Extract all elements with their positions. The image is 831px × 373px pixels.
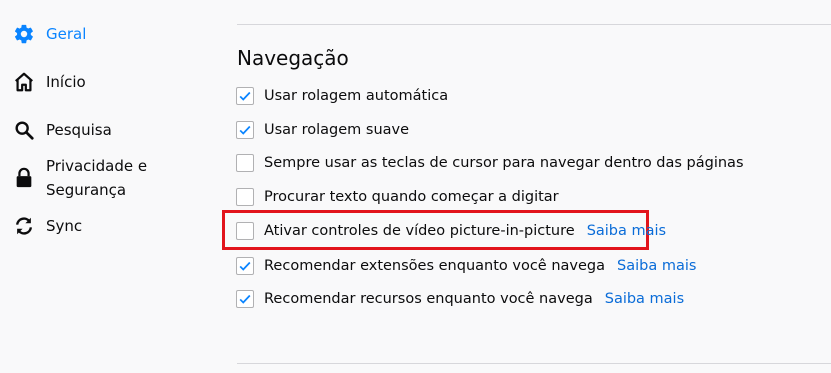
divider <box>237 363 831 364</box>
sidebar-item-label: Início <box>46 73 86 91</box>
lock-icon <box>12 166 36 190</box>
checkmark-icon <box>239 261 251 271</box>
option-row: Procurar texto quando começar a digitar <box>236 186 559 208</box>
section-title: Navegação <box>237 46 349 70</box>
option-label: Sempre usar as teclas de cursor para nav… <box>264 155 744 171</box>
search-icon <box>12 118 36 142</box>
option-label: Recomendar recursos enquanto você navega <box>264 291 593 307</box>
checkmark-icon <box>239 91 251 101</box>
option-row: Recomendar extensões enquanto você naveg… <box>236 255 696 277</box>
sidebar-item-label: Pesquisa <box>46 121 112 139</box>
sidebar-item-label: Sync <box>46 217 83 235</box>
checkbox-recommend-extensions[interactable] <box>236 257 254 275</box>
learn-more-link[interactable]: Saiba mais <box>617 258 696 274</box>
sidebar-item-label: Geral <box>46 25 87 43</box>
sidebar-item-geral[interactable]: Geral <box>12 22 86 46</box>
option-row: Usar rolagem suave <box>236 119 409 141</box>
checkbox-cursor-keys[interactable] <box>236 154 254 172</box>
sidebar: Geral Início Pesquisa Privacidade e Segu… <box>0 0 200 373</box>
checkmark-icon <box>239 125 251 135</box>
option-label: Recomendar extensões enquanto você naveg… <box>264 258 606 274</box>
checkmark-icon <box>239 294 251 304</box>
option-label: Usar rolagem automática <box>264 88 449 104</box>
checkbox-recommend-features[interactable] <box>236 290 254 308</box>
divider <box>237 24 831 25</box>
option-row: Usar rolagem automática <box>236 85 448 107</box>
option-label: Usar rolagem suave <box>264 122 410 138</box>
sync-icon <box>12 214 36 238</box>
sidebar-item-privacidade[interactable]: Privacidade e Segurança <box>12 154 147 202</box>
option-label: Ativar controles de vídeo picture-in-pic… <box>264 223 575 239</box>
option-label: Procurar texto quando começar a digitar <box>264 189 559 205</box>
sidebar-item-sync[interactable]: Sync <box>12 214 82 238</box>
sidebar-item-inicio[interactable]: Início <box>12 70 86 94</box>
option-row: Ativar controles de vídeo picture-in-pic… <box>236 220 666 242</box>
home-icon <box>12 70 36 94</box>
option-row: Recomendar recursos enquanto você navega… <box>236 288 684 310</box>
checkbox-autoscroll[interactable] <box>236 87 254 105</box>
gear-icon <box>12 22 36 46</box>
checkbox-picture-in-picture[interactable] <box>236 222 254 240</box>
option-row: Sempre usar as teclas de cursor para nav… <box>236 152 744 174</box>
learn-more-link[interactable]: Saiba mais <box>605 291 684 307</box>
sidebar-item-label: Privacidade e Segurança <box>46 154 147 202</box>
learn-more-link[interactable]: Saiba mais <box>587 223 666 239</box>
checkbox-smooth-scroll[interactable] <box>236 121 254 139</box>
sidebar-item-label-line1: Privacidade e <box>46 157 148 175</box>
checkbox-find-as-you-type[interactable] <box>236 188 254 206</box>
sidebar-item-label-line2: Segurança <box>46 181 127 199</box>
sidebar-item-pesquisa[interactable]: Pesquisa <box>12 118 112 142</box>
